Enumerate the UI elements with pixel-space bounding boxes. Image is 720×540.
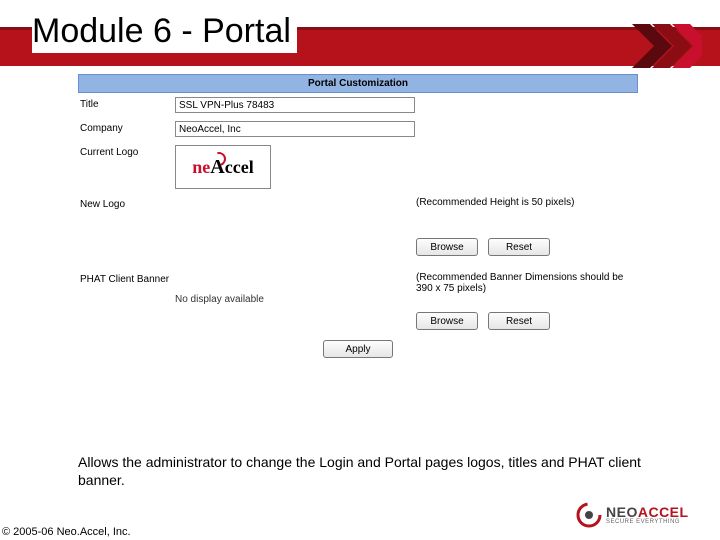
row-phat-banner: PHAT Client Banner No display available … [78, 268, 638, 334]
slide-title: Module 6 - Portal [32, 12, 297, 56]
hint-phat-banner: (Recommended Banner Dimensions should be… [416, 272, 636, 294]
label-new-logo: New Logo [80, 197, 175, 210]
slide: Module 6 - Portal Portal Customization T… [0, 0, 720, 540]
copyright-text: © 2005-06 Neo.Accel, Inc. [2, 526, 131, 538]
apply-row: Apply [78, 334, 638, 358]
apply-button[interactable]: Apply [323, 340, 393, 358]
neoaccel-mini-logo: ne A ccel [192, 156, 253, 179]
browse-button-logo[interactable]: Browse [416, 238, 478, 256]
label-title: Title [80, 97, 175, 110]
chevron-icon [632, 24, 702, 68]
title-input[interactable] [175, 97, 415, 113]
brand-mark-icon [576, 502, 602, 528]
reset-button-banner[interactable]: Reset [488, 312, 550, 330]
slide-caption: Allows the administrator to change the L… [78, 454, 658, 489]
row-title: Title [78, 93, 638, 117]
mini-logo-ccel: ccel [225, 157, 254, 178]
row-current-logo: Current Logo ne A ccel [78, 141, 638, 193]
brand-neo: NEO [606, 504, 638, 520]
no-display-text: No display available [175, 294, 264, 305]
company-input[interactable] [175, 121, 415, 137]
footer-brand: NEOACCEL SECURE EVERYTHING [576, 500, 706, 530]
browse-button-banner[interactable]: Browse [416, 312, 478, 330]
row-company: Company [78, 117, 638, 141]
mini-logo-a: A [210, 156, 224, 179]
label-current-logo: Current Logo [80, 145, 175, 158]
caption-text: Allows the administrator to change the L… [78, 454, 641, 488]
brand-name: NEOACCEL [606, 505, 689, 519]
portal-customization-panel: Portal Customization Title Company Curre… [78, 74, 638, 446]
current-logo-preview: ne A ccel [175, 145, 271, 189]
brand-tagline: SECURE EVERYTHING [606, 519, 689, 525]
hint-new-logo: (Recommended Height is 50 pixels) [416, 197, 636, 208]
panel-header: Portal Customization [78, 74, 638, 93]
title-bar: Module 6 - Portal [0, 12, 720, 68]
label-phat-banner: PHAT Client Banner [80, 272, 175, 285]
reset-button-logo[interactable]: Reset [488, 238, 550, 256]
brand-accel: ACCEL [638, 504, 689, 520]
row-new-logo: New Logo (Recommended Height is 50 pixel… [78, 193, 638, 260]
mini-logo-ne: ne [192, 157, 210, 178]
portal-form: Title Company Current Logo ne A [78, 93, 638, 358]
label-company: Company [80, 121, 175, 134]
